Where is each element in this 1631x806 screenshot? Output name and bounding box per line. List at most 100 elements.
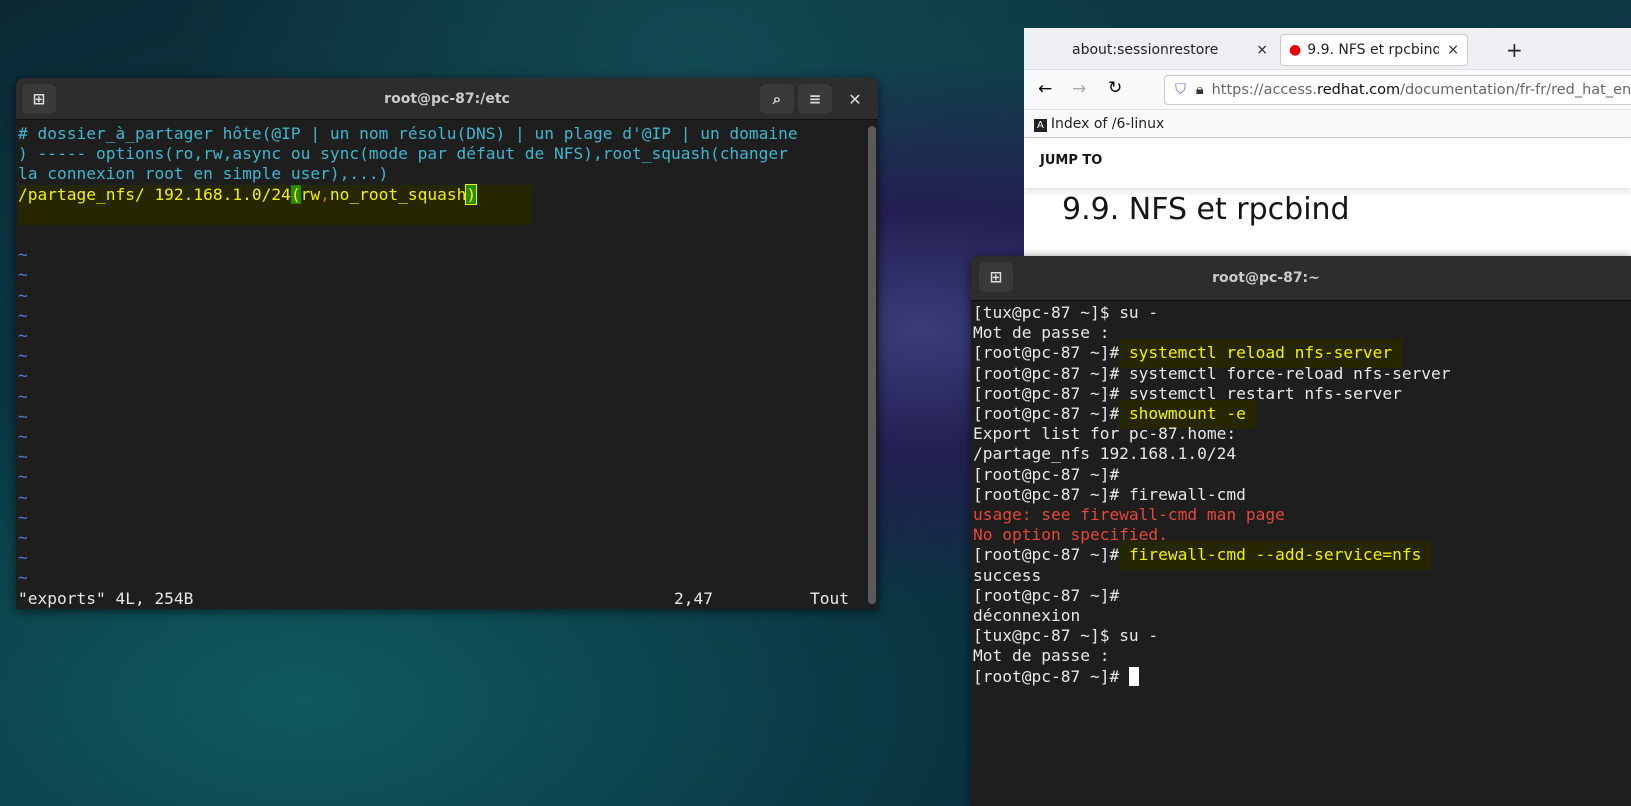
- prompt: [root@pc-87 ~]#: [973, 343, 1129, 363]
- terminal-line: /partage_nfs 192.168.1.0/24: [973, 444, 1451, 464]
- titlebar: ⊞ root@pc-87:~: [971, 256, 1631, 301]
- vim-terminal-window: ⊞ root@pc-87:/etc ⌕ ≡ ✕ # dossier_à_part…: [16, 78, 878, 609]
- terminal-output[interactable]: [tux@pc-87 ~]$ su - Mot de passe : [root@p…: [973, 303, 1451, 687]
- prompt: Mot de passe :: [973, 323, 1110, 343]
- prompt: [root@pc-87 ~]#: [973, 585, 1120, 605]
- empty-line-tilde: ~: [18, 487, 28, 507]
- terminal-line: [tux@pc-87 ~]$ su -: [973, 303, 1451, 323]
- prompt: Export list for pc-87.home:: [973, 424, 1237, 444]
- terminal-line: [root@pc-87 ~]# firewall-cmd: [973, 485, 1451, 505]
- prompt: [root@pc-87 ~]#: [973, 464, 1120, 484]
- empty-line-tilde: ~: [18, 568, 28, 588]
- terminal-line: [root@pc-87 ~]# showmount -e: [973, 400, 1451, 430]
- empty-line-tilde: ~: [18, 285, 28, 305]
- export-path: /partage_nfs/ 192.168.1.0/24: [18, 184, 291, 204]
- titlebar: ⊞ root@pc-87:/etc ⌕ ≡ ✕: [16, 78, 878, 120]
- bookmark-index[interactable]: A Index of /6-linux: [1034, 116, 1164, 132]
- empty-line-tilde: ~: [18, 548, 28, 568]
- empty-line-tilde: ~: [18, 467, 28, 487]
- empty-line-tilde: ~: [18, 245, 28, 265]
- status-file: "exports" 4L, 254B: [18, 588, 194, 608]
- terminal-line: [root@pc-87 ~]# systemctl reload nfs-ser…: [973, 339, 1451, 369]
- tab-sessionrestore[interactable]: about:sessionrestore ×: [1044, 34, 1276, 66]
- paren: (: [290, 184, 301, 204]
- scrollbar[interactable]: [868, 126, 876, 604]
- page-heading: 9.9. NFS et rpcbind: [1062, 192, 1350, 227]
- new-tab-button[interactable]: ⊞: [22, 84, 56, 114]
- terminal-line: Mot de passe :: [973, 646, 1451, 666]
- empty-line-tilde: ~: [18, 366, 28, 386]
- window-title: root@pc-87:/etc: [384, 90, 510, 107]
- cursor: [1128, 666, 1139, 686]
- scroll-position: Tout: [810, 588, 849, 608]
- empty-line-tilde: ~: [18, 406, 28, 426]
- prompt: Mot de passe :: [973, 646, 1110, 666]
- empty-line-tilde: ~: [18, 346, 28, 366]
- terminal-line: Export list for pc-87.home:: [973, 424, 1451, 444]
- comment-line: # dossier_à_partager hôte(@IP | un nom r…: [18, 124, 798, 143]
- cursor-position: 2,47: [674, 588, 713, 608]
- vim-buffer[interactable]: # dossier_à_partager hôte(@IP | un nom r…: [18, 124, 864, 609]
- terminal-line: déconnexion: [973, 606, 1451, 626]
- bookmarks-bar: A Index of /6-linux: [1024, 110, 1631, 138]
- tab-redhat[interactable]: ●9.9. NFS et rpcbind Red Hat×: [1280, 34, 1468, 66]
- bookmark-label: Index of /6-linux: [1050, 115, 1165, 132]
- url-path: /documentation/fr-fr/red_hat_enterprise_…: [1400, 82, 1631, 98]
- close-tab-icon[interactable]: ×: [1256, 42, 1268, 58]
- redhat-icon: ●: [1289, 42, 1302, 58]
- terminal-line: [root@pc-87 ~]# systemctl force-reload n…: [973, 364, 1451, 384]
- status-line: "exports" 4L, 254B 2,47 Tout: [18, 589, 864, 609]
- nav-bar: ← → ↻ ⛉ 🔒︎ https://access.redhat.com/docum…: [1024, 70, 1631, 110]
- new-tab-button[interactable]: ⊞: [979, 262, 1013, 292]
- prompt: [root@pc-87 ~]#: [973, 363, 1129, 383]
- angular-icon: A: [1034, 118, 1047, 132]
- jump-to[interactable]: JUMP TO: [1024, 138, 1631, 188]
- terminal-line: [root@pc-87 ~]#: [973, 465, 1451, 485]
- option: no_root_squash: [329, 184, 467, 204]
- shield-icon: ⛉: [1175, 82, 1186, 98]
- reload-icon[interactable]: ↻: [1108, 78, 1122, 98]
- back-icon[interactable]: ←: [1038, 79, 1052, 99]
- prompt: success: [973, 565, 1042, 585]
- prompt: [root@pc-87 ~]#: [973, 484, 1129, 504]
- prompt: [root@pc-87 ~]#: [973, 383, 1129, 403]
- window-title: root@pc-87:~: [1212, 270, 1320, 286]
- command: usage: see firewall-cmd man page: [973, 505, 1285, 525]
- terminal-line: [tux@pc-87 ~]$ su -: [973, 626, 1451, 646]
- shell-terminal-window: ⊞ root@pc-87:~ [tux@pc-87 ~]$ su - Mot de…: [971, 256, 1631, 806]
- url-bar[interactable]: ⛉ 🔒︎ https://access.redhat.com/documentati…: [1164, 75, 1631, 105]
- command: su -: [1119, 626, 1159, 646]
- command: firewall-cmd --add-service=nfs: [1118, 541, 1432, 571]
- terminal-line: [root@pc-87 ~]#: [973, 586, 1451, 606]
- terminal-line: [root@pc-87 ~]# firewall-cmd --add-servi…: [973, 541, 1451, 571]
- tab-label: about:sessionrestore: [1072, 42, 1219, 58]
- empty-line-tilde: ~: [18, 528, 28, 548]
- lock-icon: 🔒︎: [1195, 82, 1204, 98]
- cursor-paren: ): [465, 183, 478, 205]
- command: su -: [1119, 303, 1159, 322]
- url-text: https://access.: [1211, 82, 1318, 98]
- prompt: [root@pc-87 ~]#: [973, 666, 1129, 686]
- empty-line-tilde: ~: [18, 326, 28, 345]
- close-button[interactable]: ✕: [840, 84, 870, 114]
- prompt: /partage_nfs 192.168.1.0/24: [973, 444, 1237, 464]
- empty-line-tilde: ~: [18, 507, 28, 527]
- new-tab-button[interactable]: +: [1506, 34, 1523, 66]
- config-line: /partage_nfs/ 192.168.1.0/24(rw,no_root_…: [18, 183, 532, 225]
- url-domain: redhat.com: [1317, 82, 1401, 98]
- terminal-line: [root@pc-87 ~]#: [973, 666, 1451, 687]
- terminal-line: usage: see firewall-cmd man page: [973, 505, 1451, 525]
- forward-icon[interactable]: →: [1072, 79, 1086, 99]
- prompt: [tux@pc-87 ~]$: [973, 626, 1120, 646]
- prompt: déconnexion: [973, 606, 1081, 626]
- prompt: [root@pc-87 ~]#: [973, 545, 1129, 565]
- comma: ,: [320, 184, 330, 204]
- empty-line-tilde: ~: [18, 305, 28, 325]
- comment-line: ) ----- options(ro,rw,async ou sync(mode…: [18, 144, 788, 164]
- close-tab-icon[interactable]: ×: [1439, 42, 1467, 58]
- browser-window: about:sessionrestore × ● 9.9. NFS et rpcbi…: [1024, 28, 1631, 258]
- tab-bar: about:sessionrestore × ● 9.9. NFS et rpcbi…: [1024, 28, 1631, 70]
- search-button[interactable]: ⌕: [760, 84, 794, 114]
- empty-line-tilde: ~: [18, 427, 28, 447]
- menu-button[interactable]: ≡: [798, 84, 832, 114]
